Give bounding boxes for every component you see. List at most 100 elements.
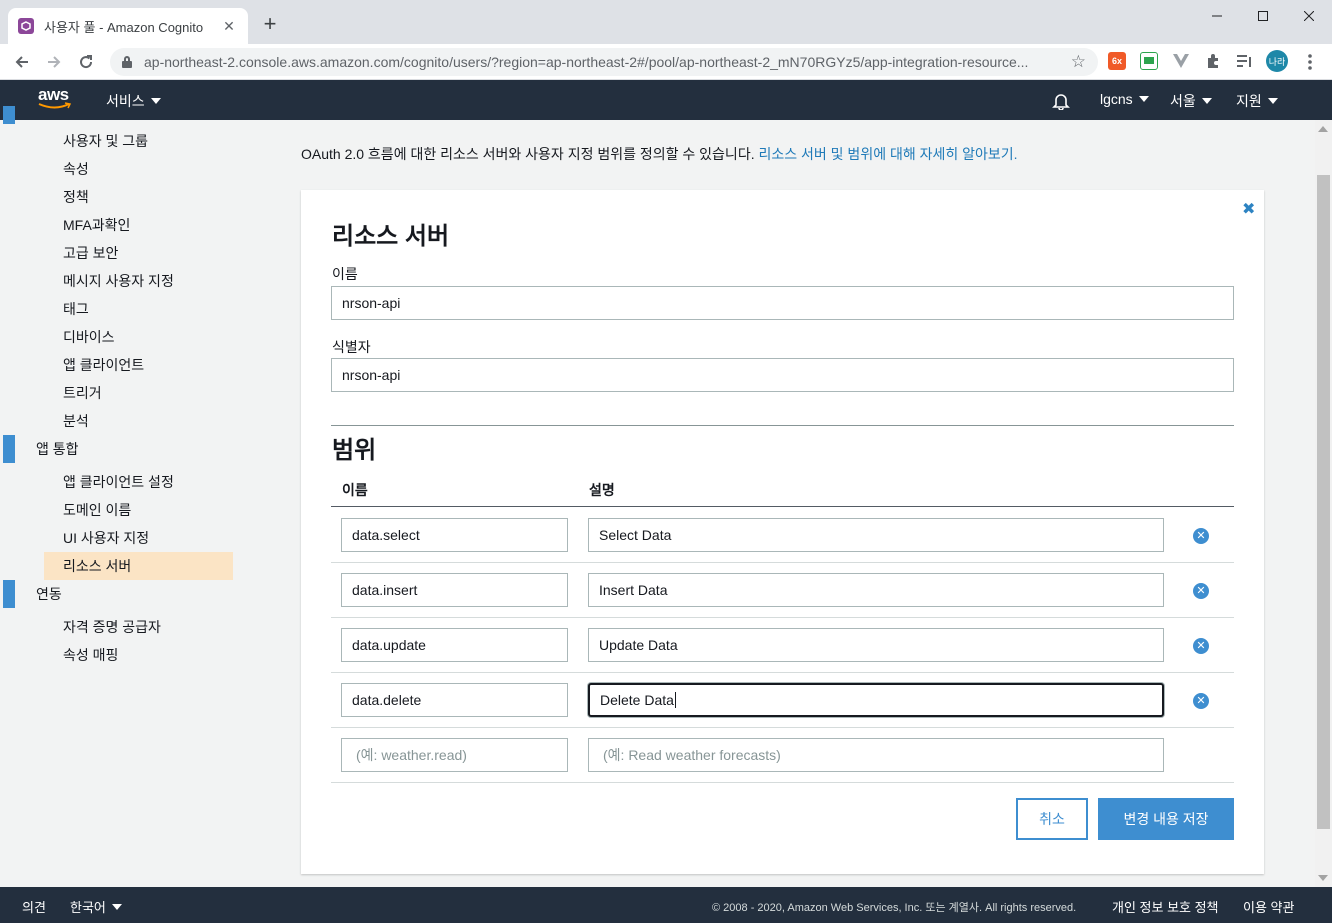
support-menu[interactable]: 지원 <box>1236 91 1278 111</box>
browser-tab[interactable]: 사용자 풀 - Amazon Cognito ✕ <box>8 8 248 44</box>
url-text: ap-northeast-2.console.aws.amazon.com/co… <box>144 54 1029 70</box>
name-field[interactable]: nrson-api <box>331 286 1234 320</box>
name-label: 이름 <box>332 266 358 282</box>
close-icon[interactable]: ✖ <box>1242 199 1255 219</box>
profile-avatar[interactable]: 나라 <box>1266 50 1288 72</box>
minimize-icon[interactable] <box>1194 0 1240 32</box>
row-divider <box>331 617 1234 618</box>
forward-icon[interactable] <box>42 50 66 74</box>
scope-description-input[interactable]: Insert Data <box>588 573 1164 607</box>
services-menu[interactable]: 서비스 <box>106 91 161 111</box>
extension-vue-icon[interactable] <box>1172 52 1190 70</box>
sidebar-item-advanced-security[interactable]: 고급 보안 <box>63 239 118 267</box>
row-divider <box>331 782 1234 783</box>
table-header-divider <box>331 506 1234 507</box>
extension-badge-icon[interactable]: 6x <box>1108 52 1126 70</box>
terms-link[interactable]: 이용 약관 <box>1243 897 1294 916</box>
scroll-up-icon[interactable] <box>1318 126 1328 132</box>
account-menu[interactable]: lgcns <box>1100 91 1149 107</box>
save-changes-button[interactable]: 변경 내용 저장 <box>1098 798 1234 840</box>
scope-description-input[interactable]: Update Data <box>588 628 1164 662</box>
chevron-down-icon <box>150 98 161 104</box>
sidebar-item-resource-servers[interactable]: 리소스 서버 <box>63 552 131 580</box>
sidebar-item-analytics[interactable]: 분석 <box>63 407 89 435</box>
column-header-description: 설명 <box>589 482 615 498</box>
sidebar-item-message-customization[interactable]: 메시지 사용자 지정 <box>63 267 174 295</box>
language-selector[interactable]: 한국어 <box>70 897 122 916</box>
reload-icon[interactable] <box>74 50 98 74</box>
region-menu[interactable]: 서울 <box>1170 91 1212 111</box>
sidebar-item-mfa[interactable]: MFA과확인 <box>63 211 130 239</box>
new-scope-name-input[interactable]: (예: weather.read) <box>341 738 568 772</box>
sidebar-item-users-groups[interactable]: 사용자 및 그룹 <box>63 127 148 155</box>
sidebar-item-triggers[interactable]: 트리거 <box>63 379 102 407</box>
new-tab-button[interactable]: + <box>258 12 282 36</box>
scope-name-input[interactable]: data.delete <box>341 683 568 717</box>
text-cursor <box>674 692 676 708</box>
sidebar-section-app-integration[interactable]: 앱 통합 <box>36 435 79 463</box>
browser-menu-icon[interactable] <box>1298 50 1322 74</box>
back-icon[interactable] <box>10 50 34 74</box>
identifier-label: 식별자 <box>332 339 371 355</box>
sidebar-item-app-clients[interactable]: 앱 클라이언트 <box>63 351 144 379</box>
sidebar-item-domain-name[interactable]: 도메인 이름 <box>63 496 131 524</box>
row-divider <box>331 672 1234 673</box>
column-header-name: 이름 <box>342 482 368 498</box>
remove-scope-icon[interactable]: ✕ <box>1193 638 1209 654</box>
bell-icon[interactable] <box>1052 92 1070 113</box>
sidebar-item-policies[interactable]: 정책 <box>63 183 89 211</box>
remove-scope-icon[interactable]: ✕ <box>1193 693 1209 709</box>
tab-close-icon[interactable]: ✕ <box>220 18 238 35</box>
section-divider <box>331 425 1234 426</box>
extensions-puzzle-icon[interactable] <box>1204 52 1222 70</box>
close-window-icon[interactable] <box>1286 0 1332 32</box>
sidebar: 사용자 및 그룹 속성 정책 MFA과확인 고급 보안 메시지 사용자 지정 태… <box>0 106 250 887</box>
sidebar-item-tags[interactable]: 태그 <box>63 295 89 323</box>
media-queue-icon[interactable] <box>1236 52 1254 70</box>
sidebar-section-federation[interactable]: 연동 <box>36 580 62 608</box>
tab-title: 사용자 풀 - Amazon Cognito <box>44 19 204 35</box>
browser-toolbar: ap-northeast-2.console.aws.amazon.com/co… <box>0 44 1332 80</box>
scope-name-input[interactable]: data.select <box>341 518 568 552</box>
extension-screen-icon[interactable] <box>1140 52 1158 70</box>
sidebar-item-attributes[interactable]: 속성 <box>63 155 89 183</box>
privacy-policy-link[interactable]: 개인 정보 보호 정책 <box>1112 897 1219 916</box>
form-heading: 리소스 서버 <box>332 223 450 250</box>
sidebar-section-marker <box>3 435 15 463</box>
resource-server-card: ✖ 리소스 서버 이름 nrson-api 식별자 nrson-api 범위 이… <box>301 190 1264 874</box>
copyright-text: © 2008 - 2020, Amazon Web Services, Inc.… <box>712 902 1077 914</box>
identifier-field[interactable]: nrson-api <box>331 358 1234 392</box>
row-divider <box>331 727 1234 728</box>
scopes-heading: 범위 <box>332 437 377 464</box>
chevron-down-icon <box>111 904 122 910</box>
learn-more-link[interactable]: 리소스 서버 및 범위에 대해 자세히 알아보기. <box>758 146 1017 162</box>
sidebar-item-identity-providers[interactable]: 자격 증명 공급자 <box>63 613 161 641</box>
maximize-icon[interactable] <box>1240 0 1286 32</box>
scope-name-input[interactable]: data.insert <box>341 573 568 607</box>
scope-description-input[interactable]: Select Data <box>588 518 1164 552</box>
sidebar-item-app-client-settings[interactable]: 앱 클라이언트 설정 <box>63 468 174 496</box>
cancel-button[interactable]: 취소 <box>1016 798 1088 840</box>
new-scope-description-input[interactable]: (예: Read weather forecasts) <box>588 738 1164 772</box>
aws-logo[interactable]: aws <box>38 86 72 112</box>
chevron-down-icon <box>1138 96 1149 102</box>
aws-header: aws 서비스 lgcns 서울 지원 <box>0 80 1332 120</box>
remove-scope-icon[interactable]: ✕ <box>1193 528 1209 544</box>
chevron-down-icon <box>1201 98 1212 104</box>
feedback-link[interactable]: 의견 <box>22 897 46 916</box>
address-bar[interactable]: ap-northeast-2.console.aws.amazon.com/co… <box>110 48 1098 76</box>
scope-name-input[interactable]: data.update <box>341 628 568 662</box>
scope-description-input-focused[interactable]: Delete Data <box>588 683 1164 717</box>
sidebar-item-attribute-mapping[interactable]: 속성 매핑 <box>63 641 118 669</box>
row-divider <box>331 562 1234 563</box>
scrollbar-thumb[interactable] <box>1317 175 1330 829</box>
sidebar-item-ui-customization[interactable]: UI 사용자 지정 <box>63 524 149 552</box>
scroll-down-icon[interactable] <box>1318 875 1328 881</box>
cognito-favicon-icon <box>18 18 34 34</box>
remove-scope-icon[interactable]: ✕ <box>1193 583 1209 599</box>
console-footer: 의견 한국어 © 2008 - 2020, Amazon Web Service… <box>0 887 1332 923</box>
sidebar-section-marker <box>3 106 15 124</box>
sidebar-item-devices[interactable]: 디바이스 <box>63 323 115 351</box>
browser-tab-strip: 사용자 풀 - Amazon Cognito ✕ + <box>0 0 1332 44</box>
bookmark-star-icon[interactable]: ☆ <box>1071 52 1086 72</box>
